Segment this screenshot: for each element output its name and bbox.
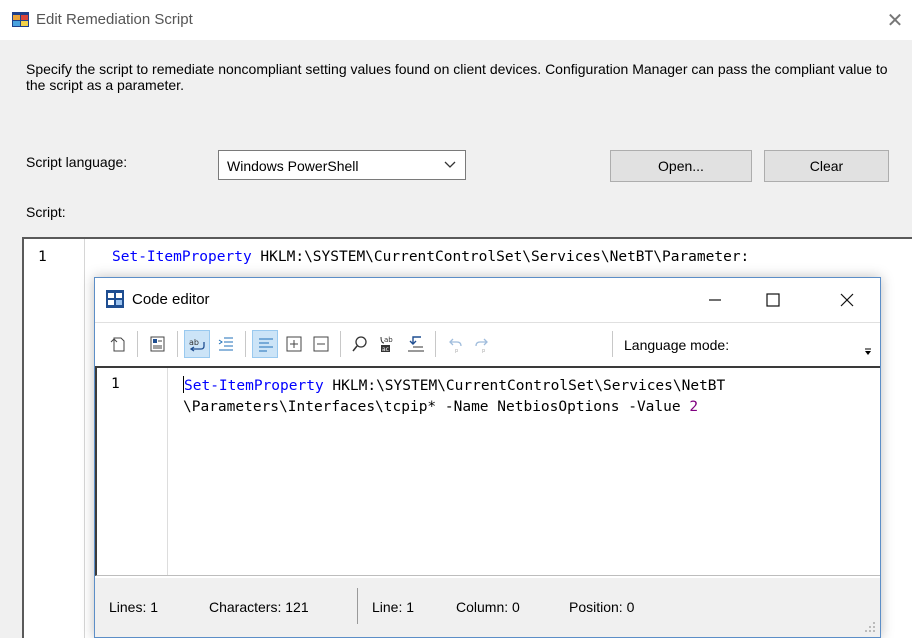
script-gutter <box>24 239 85 638</box>
code-line-2: \Parameters\Interfaces\tcpip* -Name Netb… <box>183 399 690 415</box>
script-code-line: Set-ItemProperty HKLM:\SYSTEM\CurrentCon… <box>112 249 749 265</box>
toolbar-separator <box>137 331 138 357</box>
maximize-icon[interactable] <box>750 284 796 316</box>
svg-text:ab: ab <box>384 336 393 344</box>
script-line-number: 1 <box>38 249 47 265</box>
redo-icon: p <box>469 330 495 358</box>
toolbar-separator <box>612 331 613 357</box>
go-to-icon[interactable] <box>403 330 429 358</box>
status-lines: Lines: 1 <box>109 599 159 615</box>
chevron-down-icon <box>444 161 456 168</box>
code-editor-gutter <box>97 368 168 575</box>
status-characters: Characters: 121 <box>209 599 309 615</box>
clear-button[interactable]: Clear <box>764 150 889 182</box>
svg-text:p: p <box>455 348 458 353</box>
script-code-rest: HKLM:\SYSTEM\CurrentControlSet\Services\… <box>251 249 750 265</box>
resize-grip-icon[interactable] <box>864 621 876 633</box>
minimize-icon[interactable] <box>692 284 738 316</box>
script-language-label: Script language: <box>26 154 128 170</box>
description-text: Specify the script to remediate noncompl… <box>26 61 888 93</box>
svg-text:ac: ac <box>382 346 389 353</box>
find-icon[interactable] <box>347 330 373 358</box>
undo-icon: p <box>442 330 468 358</box>
collapse-icon[interactable] <box>308 330 334 358</box>
close-icon[interactable]: ✕ <box>884 9 906 31</box>
code-editor-icon <box>106 290 124 308</box>
status-line: Line: 1 <box>372 599 415 615</box>
open-button[interactable]: Open... <box>610 150 752 182</box>
overflow-icon[interactable] <box>863 347 873 357</box>
code-line-1-rest: HKLM:\SYSTEM\CurrentControlSet\Services\… <box>323 378 726 394</box>
code-editor-title: Code editor <box>132 291 210 308</box>
code-editor-text-area[interactable]: 1 Set-ItemProperty HKLM:\SYSTEM\CurrentC… <box>95 366 880 576</box>
indent-icon[interactable] <box>213 330 239 358</box>
replace-icon[interactable]: ab ac <box>375 330 401 358</box>
code-keyword: Set-ItemProperty <box>184 378 324 394</box>
dialog-title-bar: Edit Remediation Script ✕ <box>0 0 912 40</box>
status-column: Column: 0 <box>456 599 520 615</box>
code-editor-line-number: 1 <box>111 376 120 392</box>
toolbar-separator <box>435 331 436 357</box>
status-separator <box>357 588 358 624</box>
code-editor-code: Set-ItemProperty HKLM:\SYSTEM\CurrentCon… <box>183 376 725 418</box>
dialog-title: Edit Remediation Script <box>36 11 193 28</box>
script-code-keyword: Set-ItemProperty <box>112 249 252 265</box>
word-wrap-icon[interactable]: ab <box>184 330 210 358</box>
expand-icon[interactable] <box>281 330 307 358</box>
code-editor-toolbar: ab ab ac p p Language mode: <box>95 322 880 366</box>
toolbar-separator <box>177 331 178 357</box>
status-position: Position: 0 <box>569 599 635 615</box>
app-icon <box>12 12 29 27</box>
toolbar-separator <box>340 331 341 357</box>
svg-text:p: p <box>482 348 485 353</box>
code-editor-window: Code editor ab ab ac p p Language mode: … <box>94 277 881 638</box>
properties-icon[interactable] <box>145 330 171 358</box>
align-icon[interactable] <box>252 330 278 358</box>
code-editor-status-bar: Lines: 1 Characters: 121 Line: 1 Column:… <box>95 578 880 637</box>
script-language-select[interactable]: Windows PowerShell <box>218 150 466 180</box>
code-value: 2 <box>689 399 699 415</box>
script-language-value: Windows PowerShell <box>227 158 359 174</box>
toolbar-separator <box>245 331 246 357</box>
svg-text:ab: ab <box>189 338 199 347</box>
new-document-icon[interactable] <box>105 330 131 358</box>
language-mode-label: Language mode: <box>624 337 730 353</box>
code-editor-title-bar: Code editor <box>95 278 880 322</box>
script-label: Script: <box>26 204 66 220</box>
close-icon[interactable] <box>824 284 870 316</box>
